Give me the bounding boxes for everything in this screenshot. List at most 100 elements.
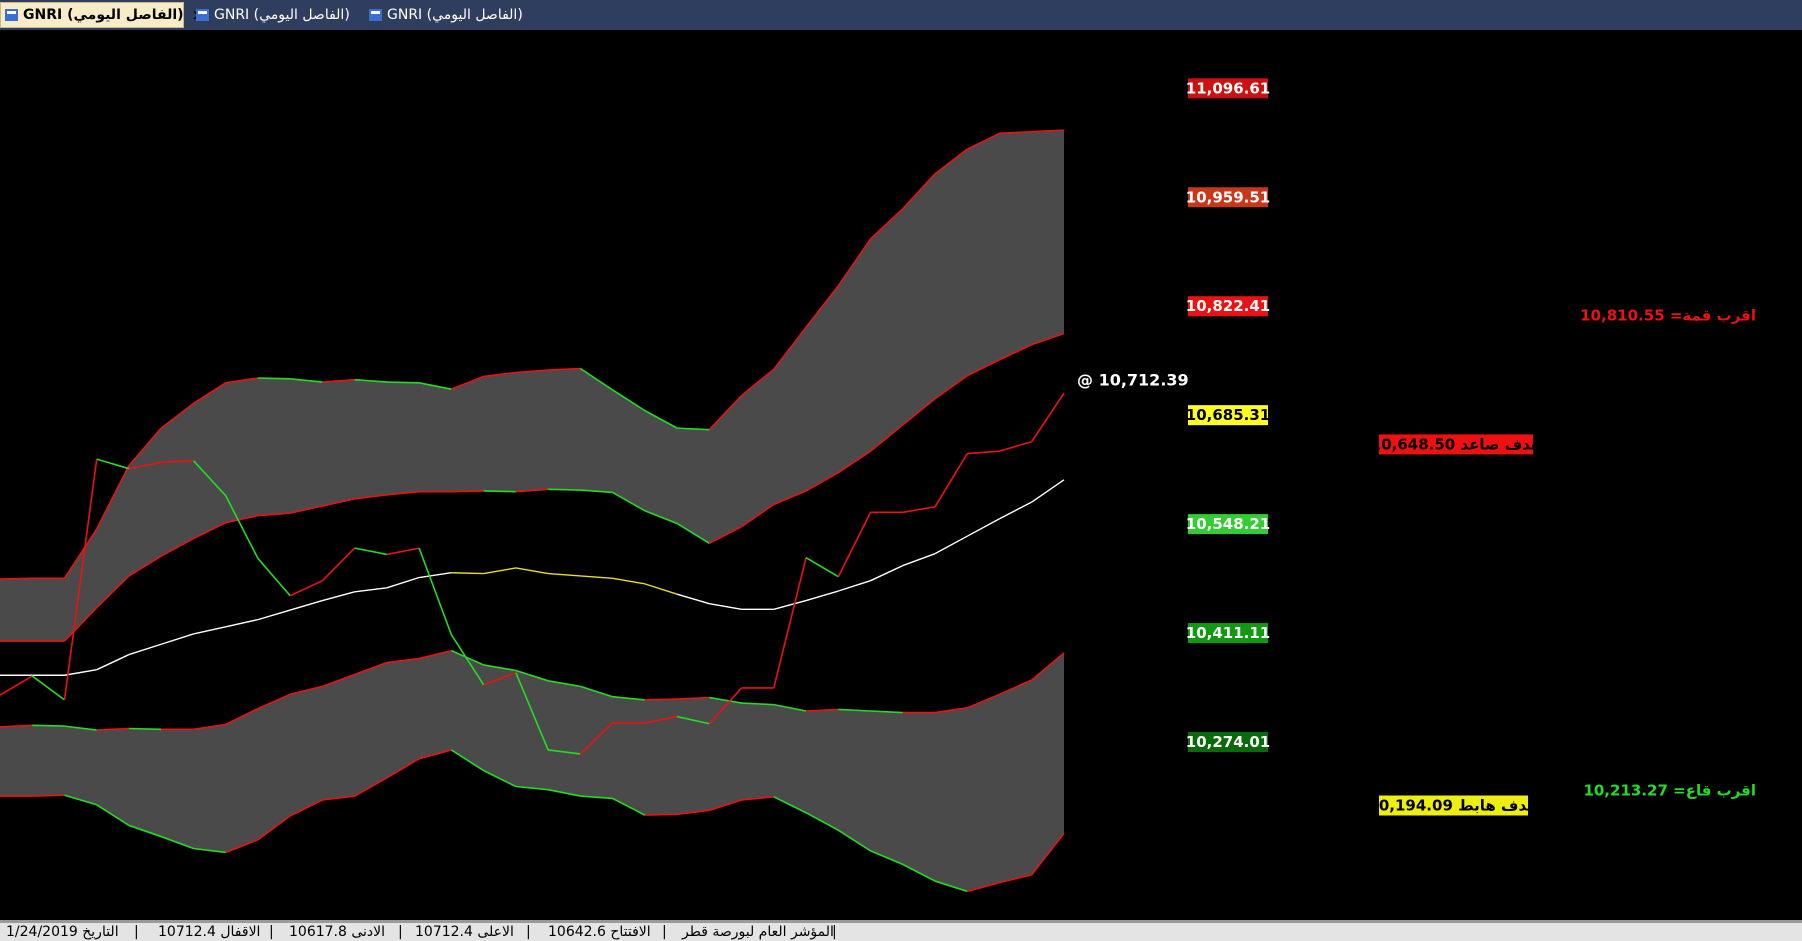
price-level-label: 11,096.61: [1186, 79, 1270, 97]
close-line-segment: [837, 511, 872, 578]
close-line-segment: [418, 547, 453, 636]
middle-line-segment: [580, 575, 613, 580]
middle-line-segment: [548, 572, 581, 577]
close-line-segment: [96, 458, 130, 470]
target-label: 10,194.09 هدف هابط: [1368, 796, 1537, 814]
price-level-label: 10,411.11: [1186, 624, 1270, 642]
middle-line-segment: [160, 633, 194, 645]
lower-outer-line-segment: [32, 794, 65, 797]
upper-inner-line-segment: [483, 490, 516, 493]
close-line-segment: [1031, 392, 1065, 443]
close-line-segment: [354, 547, 388, 556]
middle-line-segment: [354, 587, 387, 593]
status-sep: |: [832, 924, 837, 940]
price-level-4: 10,548.21: [1186, 514, 1270, 535]
price-level-6: 10,274.01: [1186, 731, 1270, 752]
middle-line-segment: [225, 618, 259, 628]
close-line-segment: [257, 557, 291, 597]
close-line-segment: [289, 579, 323, 597]
status-index: المؤشر العام لبورصة قطر: [682, 924, 834, 940]
price-level-2: 10,822.41: [1186, 296, 1270, 317]
annotations: @ 10,712.39 10,648.50 هدف صاعد 10,194.09 ه…: [1077, 307, 1756, 816]
chart-icon: [5, 8, 19, 22]
middle-line-segment: [451, 572, 484, 575]
price-level-0: 11,096.61: [1186, 78, 1270, 99]
upper-inner-line-segment: [548, 488, 581, 491]
upper-outer-line-segment: [0, 577, 33, 580]
extreme-annotation: اقرب قمة= 10,810.55: [1580, 307, 1756, 325]
price-chart[interactable]: 11,096.61 10,959.51 10,822.41 10,685.31 10,5…: [0, 30, 1802, 920]
tab-gnri-2[interactable]: GNRI (الفاصل اليومي): [192, 2, 362, 28]
lower-inner-line-segment: [32, 724, 65, 727]
price-level-3: 10,685.31: [1186, 405, 1270, 426]
middle-line-segment: [902, 553, 936, 567]
middle-line-segment: [709, 603, 742, 610]
status-date: التاريخ 1/24/2019: [6, 924, 119, 940]
tab-label: GNRI (الفاصل اليومي): [23, 7, 184, 23]
middle-line-segment: [966, 518, 1000, 537]
close-line-segment: [0, 675, 33, 696]
lower-inner-line-segment: [128, 727, 162, 731]
status-sep: |: [269, 924, 274, 940]
middle-line-segment: [773, 599, 807, 610]
middle-line-segment: [289, 599, 323, 611]
tab-bar: GNRI (الفاصل اليومي) × GNRI (الفاصل اليو…: [0, 0, 1802, 31]
status-sep: |: [398, 924, 403, 940]
status-bar: التاريخ 1/24/2019 | الاقفال 10712.4 | ال…: [0, 920, 1802, 941]
status-close: الاقفال 10712.4: [158, 924, 261, 940]
status-sep: |: [526, 924, 531, 940]
upper-outer-line-segment: [386, 381, 420, 384]
middle-line-segment: [612, 577, 645, 585]
close-line-segment: [773, 557, 807, 689]
upper-outer-line-segment: [257, 377, 291, 380]
price-level-label: 10,548.21: [1186, 515, 1270, 533]
chart-area[interactable]: 11,096.61 10,959.51 10,822.41 10,685.31 10,5…: [0, 30, 1802, 920]
middle-line-segment: [644, 583, 678, 595]
close-line-segment: [967, 450, 1000, 455]
close-line-segment: [999, 440, 1032, 452]
close-line-segment: [386, 547, 420, 556]
tab-label: GNRI (الفاصل اليومي): [214, 7, 350, 23]
middle-line-segment: [838, 580, 871, 592]
close-line-segment: [31, 675, 65, 701]
middle-line-segment: [483, 567, 516, 575]
last-price-label: @ 10,712.39: [1077, 371, 1189, 390]
tab-gnri-1[interactable]: GNRI (الفاصل اليومي) ×: [0, 2, 204, 28]
status-sep: |: [134, 924, 139, 940]
middle-line-segment: [257, 609, 291, 621]
chart-icon: [196, 8, 210, 22]
middle-line-segment: [805, 590, 839, 602]
price-level-label: 10,822.41: [1186, 297, 1270, 315]
middle-line-segment: [193, 626, 226, 635]
tab-gnri-3[interactable]: GNRI (الفاصل اليومي): [365, 2, 535, 28]
status-sep: |: [662, 924, 667, 940]
upper-inner-line-segment: [451, 490, 484, 493]
close-line-segment: [934, 453, 968, 508]
middle-line-segment: [934, 535, 968, 555]
close-line-segment: [805, 556, 839, 578]
middle-line-segment: [128, 643, 162, 656]
price-level-label: 10,274.01: [1186, 733, 1270, 751]
middle-line-segment: [515, 567, 549, 575]
target-label: 10,648.50 هدف صاعد: [1371, 435, 1541, 453]
price-level-1: 10,959.51: [1186, 187, 1270, 208]
lower-outer-line-segment: [644, 813, 678, 816]
price-level-label: 10,685.31: [1186, 406, 1270, 424]
middle-line-segment: [870, 564, 904, 582]
middle-line-segment: [1031, 479, 1065, 503]
close-line-segment: [902, 505, 936, 514]
middle-line-segment: [999, 501, 1033, 520]
extreme-annotation: اقرب قاع= 10,213.27: [1583, 781, 1756, 799]
middle-line-segment: [322, 591, 355, 602]
middle-line-segment: [96, 653, 130, 671]
chart-icon: [369, 8, 383, 22]
tab-label: GNRI (الفاصل اليومي): [387, 7, 523, 23]
middle-line-segment: [386, 576, 420, 589]
status-open: الافتتاح 10642.6: [548, 924, 651, 940]
bollinger-bands: [0, 130, 1064, 892]
middle-line-segment: [676, 593, 710, 605]
price-levels: 11,096.61 10,959.51 10,822.41 10,685.31 10,5…: [1186, 78, 1270, 752]
close-line-segment: [321, 547, 356, 582]
status-low: الادنى 10617.8: [289, 924, 386, 940]
middle-line-segment: [64, 668, 97, 676]
